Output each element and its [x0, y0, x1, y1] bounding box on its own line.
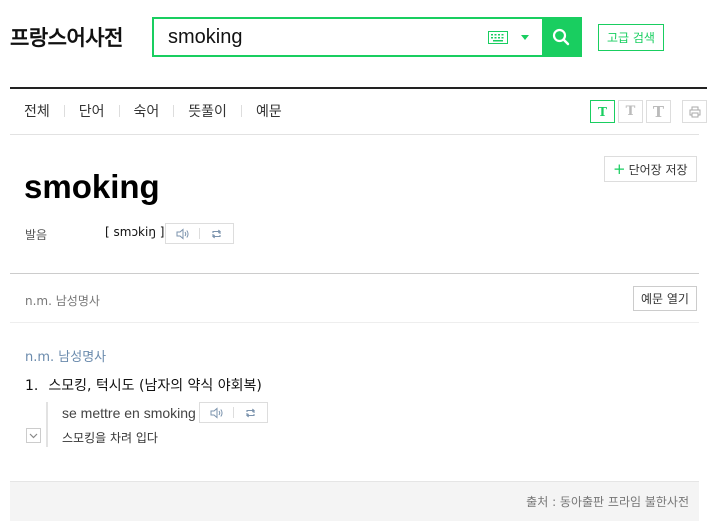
header-divider: [10, 87, 707, 89]
advanced-search-button[interactable]: 고급 검색: [598, 24, 664, 51]
search-button[interactable]: [542, 19, 580, 55]
pronunciation-audio-controls: [165, 223, 234, 244]
tab-definitions[interactable]: 뜻풀이: [188, 101, 227, 121]
tab-all[interactable]: 전체: [24, 101, 50, 121]
pronunciation-text: [ smɔkiŋ ]: [105, 225, 165, 239]
repeat-icon: [246, 408, 255, 417]
source-text: 출처 : 동아출판 프라임 불한사전: [526, 495, 689, 509]
play-example-button[interactable]: [200, 403, 233, 422]
tab-separator: [63, 105, 65, 117]
keyboard-icon[interactable]: [486, 19, 510, 55]
repeat-icon: [212, 229, 221, 238]
printer-icon: [689, 106, 700, 117]
tab-idioms[interactable]: 숙어: [134, 101, 160, 121]
source-footer: 출처 : 동아출판 프라임 불한사전: [10, 481, 699, 521]
result-tabs: 전체 단어 숙어 뜻풀이 예문: [24, 101, 282, 121]
example-french: se mettre en smoking: [62, 405, 196, 421]
entry-word: smoking: [24, 168, 160, 205]
font-size-large-button[interactable]: T: [646, 100, 671, 123]
chevron-down-icon: [29, 433, 38, 438]
repeat-pronunciation-button[interactable]: [200, 224, 233, 243]
repeat-example-button[interactable]: [234, 403, 267, 422]
view-tools: T T T: [590, 100, 707, 123]
plus-icon: +: [613, 160, 626, 178]
tab-words[interactable]: 단어: [79, 101, 105, 121]
save-label: 단어장 저장: [628, 162, 688, 177]
example-korean: 스모킹을 차려 입다: [62, 431, 158, 445]
part-of-speech: n.m. 남성명사: [25, 350, 107, 365]
meaning-text: 스모킹, 턱시도 (남자의 약식 야회복): [48, 378, 262, 394]
open-examples-button[interactable]: 예문 열기: [633, 286, 697, 311]
play-pronunciation-button[interactable]: [166, 224, 199, 243]
meaning-item: 1. 스모킹, 턱시도 (남자의 약식 야회복): [25, 375, 262, 395]
tab-separator: [118, 105, 120, 117]
part-of-speech-summary: n.m. 남성명사: [25, 294, 100, 308]
tab-separator: [173, 105, 175, 117]
dictionary-title[interactable]: 프랑스어사전: [10, 22, 123, 52]
speaker-icon: [210, 406, 223, 419]
tab-examples[interactable]: 예문: [256, 101, 282, 121]
example-bar: [46, 402, 48, 447]
tab-separator: [240, 105, 242, 117]
entry-divider: [10, 273, 699, 274]
chevron-down-icon: [521, 34, 529, 40]
search-box: [152, 17, 582, 57]
save-to-wordbook-button[interactable]: + 단어장 저장: [604, 156, 697, 182]
section-divider: [10, 322, 699, 323]
tabs-divider: [10, 134, 699, 135]
meaning-number: 1.: [25, 378, 39, 394]
search-input[interactable]: [154, 19, 486, 55]
example-audio-controls: [199, 402, 268, 423]
font-size-medium-button[interactable]: T: [618, 100, 643, 123]
search-icon: [552, 28, 570, 46]
speaker-icon: [176, 227, 189, 240]
pronunciation-label: 발음: [25, 228, 48, 242]
font-size-small-button[interactable]: T: [590, 100, 615, 123]
expand-example-button[interactable]: [26, 428, 41, 443]
print-button[interactable]: [682, 100, 707, 123]
input-options-dropdown[interactable]: [514, 19, 536, 55]
